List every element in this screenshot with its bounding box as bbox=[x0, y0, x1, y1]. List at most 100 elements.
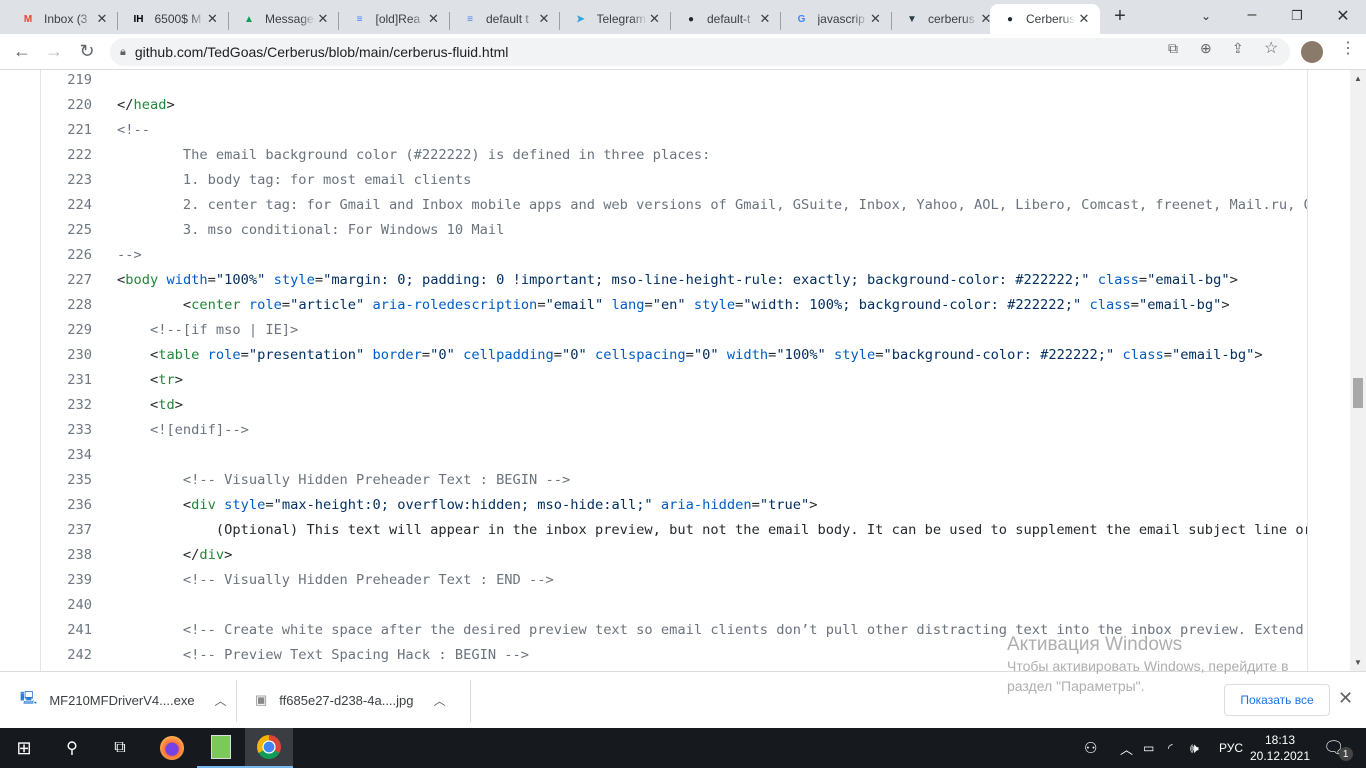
close-tab-icon[interactable]: ✕ bbox=[205, 11, 221, 27]
back-button[interactable]: ← bbox=[11, 41, 33, 62]
code-text: --> bbox=[117, 243, 142, 268]
forward-button[interactable]: → bbox=[43, 41, 65, 62]
search-icon[interactable]: ⚲ bbox=[48, 728, 96, 768]
chevron-up-icon[interactable]: ︿ bbox=[215, 692, 227, 709]
zoom-icon[interactable]: ⊕ bbox=[1200, 40, 1212, 57]
line-number[interactable]: 236 bbox=[41, 493, 92, 518]
code-token: < bbox=[117, 297, 192, 313]
code-token: > bbox=[224, 547, 233, 563]
bookmark-star-icon[interactable]: ☆ bbox=[1264, 38, 1278, 58]
translate-icon[interactable]: ⧉ bbox=[1168, 40, 1178, 57]
line-number[interactable]: 222 bbox=[41, 143, 92, 168]
line-number[interactable]: 241 bbox=[41, 618, 92, 643]
line-number[interactable]: 219 bbox=[41, 70, 92, 93]
wifi-icon[interactable]: ◜ bbox=[1168, 728, 1173, 768]
line-number[interactable]: 232 bbox=[41, 393, 92, 418]
tab[interactable]: ≡ [old]Rea ✕ bbox=[340, 4, 450, 34]
windows-start-icon[interactable]: ⊞ bbox=[0, 728, 48, 768]
line-number[interactable]: 239 bbox=[41, 568, 92, 593]
chevron-up-icon[interactable]: ︿ bbox=[434, 692, 446, 709]
download-item[interactable]: ▣ ff685e27-d238-4a....jpg ︿ bbox=[255, 680, 446, 720]
menu-icon[interactable]: ⋮ bbox=[1340, 38, 1356, 58]
tab[interactable]: Gjavascrip ✕ bbox=[782, 4, 892, 34]
tab[interactable]: ≡ default t ✕ bbox=[450, 4, 560, 34]
url-text: github.com/TedGoas/Cerberus/blob/main/ce… bbox=[134, 44, 509, 60]
code-token: "background-color: #222222;" bbox=[883, 347, 1115, 363]
line-number[interactable]: 233 bbox=[41, 418, 92, 443]
close-downloads-icon[interactable]: ✕ bbox=[1338, 688, 1353, 709]
line-number[interactable]: 224 bbox=[41, 193, 92, 218]
line-number[interactable]: 226 bbox=[41, 243, 92, 268]
battery-icon[interactable]: ▭ bbox=[1143, 728, 1154, 768]
code-line: 240 bbox=[41, 593, 1307, 618]
tab[interactable]: ● default-t ✕ bbox=[671, 4, 781, 34]
restore-button[interactable]: ❐ bbox=[1282, 8, 1312, 24]
line-number[interactable]: 230 bbox=[41, 343, 92, 368]
new-tab-button[interactable]: + bbox=[1105, 5, 1135, 28]
close-tab-icon[interactable]: ✕ bbox=[647, 11, 663, 27]
line-number[interactable]: 231 bbox=[41, 368, 92, 393]
notifications-icon[interactable]: 🗨︎ 1 bbox=[1323, 728, 1353, 768]
notification-count: 1 bbox=[1338, 747, 1353, 761]
task-view-icon[interactable]: ⧉ bbox=[96, 728, 144, 768]
close-tab-icon[interactable]: ✕ bbox=[536, 11, 552, 27]
volume-icon[interactable]: 🕪︎ bbox=[1190, 728, 1199, 768]
notepad-icon[interactable] bbox=[197, 728, 245, 768]
line-number[interactable]: 234 bbox=[41, 443, 92, 468]
close-tab-icon[interactable]: ✕ bbox=[94, 11, 110, 27]
tab[interactable]: ▼ cerberus ✕ bbox=[892, 4, 1002, 34]
clock[interactable]: 18:13 20.12.2021 bbox=[1250, 728, 1310, 768]
scroll-up-icon[interactable]: ▲ bbox=[1354, 74, 1362, 83]
line-number[interactable]: 238 bbox=[41, 543, 92, 568]
close-window-button[interactable]: ✕ bbox=[1328, 6, 1358, 26]
close-tab-icon[interactable]: ✕ bbox=[426, 11, 442, 27]
share-icon[interactable]: ⇪ bbox=[1232, 40, 1244, 57]
line-number[interactable]: 227 bbox=[41, 268, 92, 293]
show-all-downloads-button[interactable]: Показать все bbox=[1224, 684, 1330, 716]
image-file-icon: ▣ bbox=[255, 692, 268, 707]
firefox-icon[interactable] bbox=[148, 728, 196, 768]
address-bar[interactable]: 🔒︎ github.com/TedGoas/Cerberus/blob/main… bbox=[110, 38, 1290, 66]
line-number[interactable]: 220 bbox=[41, 93, 92, 118]
close-tab-icon[interactable]: ✕ bbox=[757, 11, 773, 27]
code-line: 234 bbox=[41, 443, 1307, 468]
code-token: = bbox=[553, 347, 563, 363]
close-tab-icon[interactable]: ✕ bbox=[315, 11, 331, 27]
reload-button[interactable]: ↻ bbox=[76, 41, 98, 62]
line-number[interactable]: 221 bbox=[41, 118, 92, 143]
scrollbar-thumb[interactable] bbox=[1353, 378, 1363, 408]
tray-chevron-icon[interactable]: ︿ bbox=[1120, 728, 1133, 768]
divider bbox=[236, 680, 237, 722]
line-number[interactable]: 229 bbox=[41, 318, 92, 343]
line-number[interactable]: 223 bbox=[41, 168, 92, 193]
tab[interactable]: ● Cerberus ✕ bbox=[990, 4, 1100, 34]
tab-search-icon[interactable]: ⌄ bbox=[1191, 9, 1221, 23]
line-number[interactable]: 237 bbox=[41, 518, 92, 543]
tab[interactable]: ▲ Message ✕ bbox=[229, 4, 339, 34]
close-tab-icon[interactable]: ✕ bbox=[1076, 11, 1092, 27]
chrome-icon[interactable] bbox=[245, 728, 293, 768]
tab[interactable]: IH 6500$ M ✕ bbox=[119, 4, 229, 34]
code-token: border bbox=[364, 347, 422, 363]
download-item[interactable]: 🖳︎ MF210MFDriverV4....exe ︿ bbox=[20, 680, 227, 720]
code-line: 220 </head> bbox=[41, 93, 1307, 118]
minimize-button[interactable]: – bbox=[1237, 6, 1267, 24]
line-number[interactable]: 240 bbox=[41, 593, 92, 618]
line-number[interactable]: 242 bbox=[41, 643, 92, 668]
profile-avatar[interactable] bbox=[1301, 41, 1323, 63]
people-icon[interactable]: ⚇ bbox=[1084, 728, 1097, 768]
tab[interactable]: M Inbox (3 ✕ bbox=[8, 4, 118, 34]
exe-file-icon: 🖳︎ bbox=[20, 690, 38, 705]
language-indicator[interactable]: РУС bbox=[1219, 728, 1243, 768]
google-drive-icon: ▲ bbox=[244, 13, 254, 25]
vertical-scrollbar[interactable]: ▲ ▼ bbox=[1350, 70, 1366, 671]
close-tab-icon[interactable]: ✕ bbox=[868, 11, 884, 27]
line-number[interactable]: 228 bbox=[41, 293, 92, 318]
tab[interactable]: ➤ Telegram ✕ bbox=[561, 4, 671, 34]
code-token: class bbox=[1081, 297, 1131, 313]
scroll-down-icon[interactable]: ▼ bbox=[1354, 658, 1362, 667]
line-number[interactable]: 235 bbox=[41, 468, 92, 493]
line-number[interactable]: 225 bbox=[41, 218, 92, 243]
downloads-bar: 🖳︎ MF210MFDriverV4....exe ︿ ▣ ff685e27-d… bbox=[0, 671, 1366, 728]
code-line: 228 <center role="article" aria-roledesc… bbox=[41, 293, 1307, 318]
